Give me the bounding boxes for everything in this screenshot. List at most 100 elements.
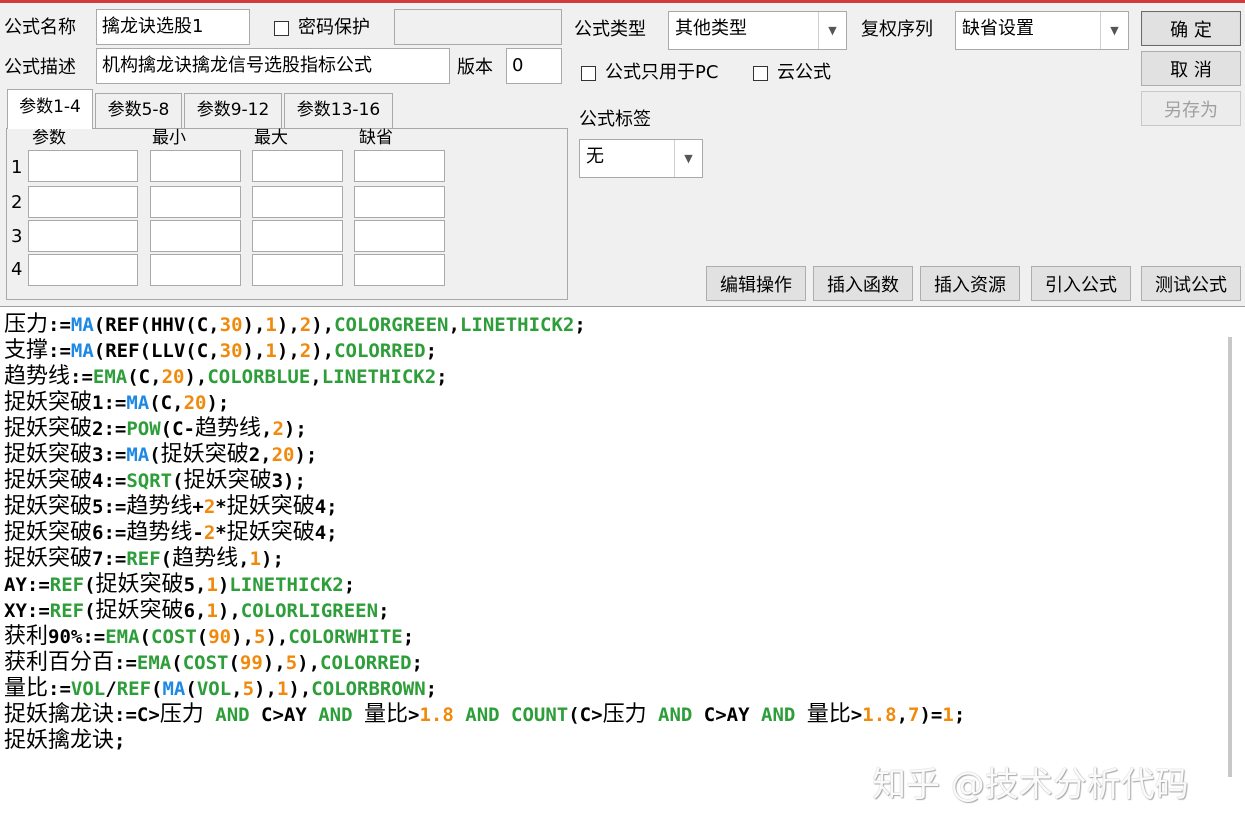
code-token: 5: [254, 626, 266, 648]
code-token: *: [215, 496, 227, 518]
code-token: 1.8: [862, 704, 897, 726]
version-label: 版本: [457, 57, 493, 78]
code-token: AND: [318, 704, 353, 726]
insert-resource-button[interactable]: 插入资源: [920, 266, 1020, 301]
code-token: );: [294, 444, 318, 466]
code-token: 支撑: [4, 338, 49, 363]
tab-params-5-8[interactable]: 参数5-8: [95, 93, 182, 128]
fuquan-select[interactable]: 缺省设置 ▼: [955, 11, 1129, 50]
code-token: -: [192, 522, 204, 544]
code-token: )=: [919, 704, 943, 726]
code-token: AND: [761, 704, 796, 726]
formula-tag-select[interactable]: 无 ▼: [579, 139, 703, 178]
checkbox-box[interactable]: [581, 65, 596, 81]
code-token: ,: [896, 704, 909, 726]
code-token: MA: [70, 314, 94, 336]
code-token: MA: [126, 392, 150, 414]
code-token: ;: [953, 704, 966, 726]
code-token: AND: [658, 704, 693, 726]
save-as-button[interactable]: 另存为: [1141, 91, 1241, 126]
param-name-input[interactable]: [28, 220, 138, 252]
code-token: 4;: [314, 496, 338, 518]
test-formula-button[interactable]: 测试公式: [1141, 266, 1241, 301]
checkbox-box[interactable]: [753, 65, 768, 81]
version-input[interactable]: 0: [506, 48, 562, 84]
param-max-input[interactable]: [252, 186, 343, 218]
checkbox-box[interactable]: [274, 20, 289, 36]
chevron-down-icon[interactable]: ▼: [1100, 12, 1128, 49]
edit-operation-button[interactable]: 编辑操作: [706, 266, 806, 301]
code-token: ,: [310, 366, 322, 388]
insert-function-button[interactable]: 插入函数: [813, 266, 913, 301]
password-protect-checkbox[interactable]: 密码保护: [274, 16, 370, 40]
chevron-down-icon[interactable]: ▼: [818, 12, 846, 49]
param-min-input[interactable]: [150, 220, 241, 252]
param-max-input[interactable]: [252, 220, 343, 252]
code-token: 量比: [364, 702, 409, 727]
tab-params-9-12[interactable]: 参数9-12: [184, 93, 282, 128]
param-max-input[interactable]: [252, 254, 343, 286]
code-line: 捉妖突破5:=趋势线+2*捉妖突破4;: [4, 494, 965, 520]
code-token: 90%:=: [48, 626, 106, 648]
watermark: 知乎 @技术分析代码: [872, 765, 1189, 805]
vertical-scrollbar[interactable]: [1228, 337, 1232, 777]
param-name-input[interactable]: [28, 254, 138, 286]
param-max-input[interactable]: [252, 150, 343, 182]
code-token: (: [139, 626, 151, 648]
code-token: COLORLIGREEN: [240, 600, 379, 622]
code-token: VOL: [196, 678, 232, 700]
code-line: 捉妖擒龙诀;: [4, 728, 965, 754]
tab-params-1-4[interactable]: 参数1-4: [7, 89, 93, 129]
code-token: REF: [126, 548, 161, 570]
code-token: (: [149, 444, 161, 466]
code-token: ;: [402, 626, 415, 648]
code-token: SQRT: [126, 470, 173, 492]
code-token: 捉妖突破: [4, 520, 93, 545]
cancel-button[interactable]: 取 消: [1141, 51, 1241, 86]
pc-only-checkbox[interactable]: 公式只用于PC: [581, 61, 718, 85]
code-line: 捉妖擒龙诀:=C>压力 AND C>AY AND 量比>1.8 AND COUN…: [4, 702, 965, 728]
formula-tag-value: 无: [586, 146, 604, 167]
code-token: (: [84, 600, 96, 622]
code-token: 20: [161, 366, 185, 388]
code-token: ,: [238, 548, 250, 570]
chevron-down-icon[interactable]: ▼: [674, 140, 702, 177]
param-min-input[interactable]: [150, 150, 241, 182]
fuquan-value: 缺省设置: [962, 18, 1034, 39]
ok-button[interactable]: 确 定: [1141, 11, 1241, 46]
code-token: 2,: [248, 444, 272, 466]
tab-params-13-16[interactable]: 参数13-16: [284, 93, 393, 128]
code-token: (C,: [149, 392, 184, 414]
code-token: ),: [254, 678, 277, 700]
code-token: EMA: [92, 366, 128, 388]
code-token: 1.8: [419, 704, 454, 726]
code-token: 1: [249, 548, 262, 570]
code-token: REF: [116, 678, 152, 700]
code-token: LINETHICK2: [321, 366, 437, 388]
param-min-input[interactable]: [150, 186, 241, 218]
code-line: 获利百分百:=EMA(COST(99),5),COLORRED;: [4, 650, 965, 676]
param-default-input[interactable]: [354, 150, 445, 182]
param-name-input[interactable]: [28, 186, 138, 218]
param-default-input[interactable]: [354, 186, 445, 218]
param-name-input[interactable]: [28, 150, 138, 182]
formula-code[interactable]: 压力:=MA(REF(HHV(C,30),1),2),COLORGREEN,LI…: [4, 312, 965, 754]
code-token: 捉妖突破: [4, 494, 93, 519]
param-default-input[interactable]: [354, 220, 445, 252]
formula-type-select[interactable]: 其他类型 ▼: [668, 11, 847, 50]
password-input[interactable]: [394, 9, 562, 45]
code-token: );: [261, 548, 284, 570]
param-min-input[interactable]: [150, 254, 241, 286]
formula-desc-input[interactable]: 机构擒龙诀擒龙信号选股指标公式: [96, 48, 450, 84]
code-token: >: [850, 704, 863, 726]
fuquan-label: 复权序列: [861, 19, 933, 40]
code-editor[interactable]: 压力:=MA(REF(HHV(C,30),1),2),COLORGREEN,LI…: [0, 306, 1245, 829]
param-default-input[interactable]: [354, 254, 445, 286]
code-token: COLORGREEN: [334, 314, 449, 336]
cloud-formula-checkbox[interactable]: 云公式: [753, 61, 831, 85]
code-token: ;: [574, 314, 586, 336]
code-token: 2:=: [92, 418, 127, 440]
formula-name-input[interactable]: 擒龙诀选股1: [96, 9, 250, 45]
import-formula-button[interactable]: 引入公式: [1031, 266, 1131, 301]
